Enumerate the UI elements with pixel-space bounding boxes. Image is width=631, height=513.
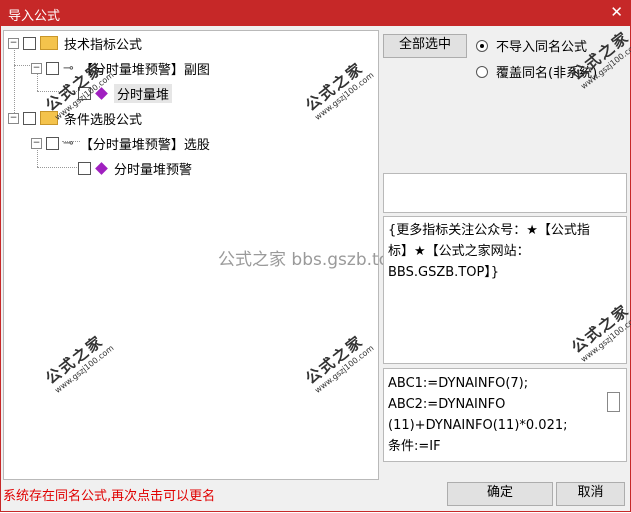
tree-leaf-label: 分时量堆预警 [114, 162, 193, 178]
tree-item-label: 【分时量堆预警】选股 [79, 137, 210, 153]
watermark-stamp: 公式之家 www.gszj100.com [302, 331, 376, 395]
code-line: ABC2:=DYNAINFO [388, 397, 506, 412]
radio-button[interactable] [476, 65, 488, 78]
tree-group-indicators[interactable]: − 技术指标公式 [8, 33, 142, 53]
watermark-center: 公式之家 bbs.gszb.top [218, 250, 400, 270]
select-all-button[interactable]: 全部选中 [383, 34, 467, 58]
leaf-checkbox[interactable] [78, 161, 91, 175]
item-checkbox[interactable] [46, 61, 59, 75]
group-checkbox[interactable] [23, 111, 36, 125]
watermark-stamp: 公式之家 www.gszj100.com [302, 58, 376, 122]
radio-button-selected[interactable] [476, 39, 488, 52]
tree-item-indicator-formula[interactable]: − ⊸ 【分时量堆预警】副图 [31, 58, 210, 78]
collapse-icon[interactable]: − [31, 62, 42, 74]
tree-item-selection-formula[interactable]: − ⊸ 【分时量堆预警】选股 [31, 133, 210, 153]
collapse-icon[interactable]: − [31, 137, 42, 149]
tree-line [14, 45, 15, 117]
radio-skip-duplicates[interactable]: 不导入同名公式 [476, 36, 587, 55]
tree-leaf-selection[interactable]: 分时量堆预警 [78, 158, 192, 178]
close-icon[interactable]: ✕ [610, 3, 623, 21]
collapse-icon[interactable]: − [8, 112, 19, 124]
code-line: 条件:=IF [388, 439, 441, 454]
key-icon: ⊸ [63, 60, 74, 76]
group-checkbox[interactable] [23, 36, 36, 50]
blank-field [383, 173, 627, 213]
folder-icon [40, 36, 58, 50]
tree-leaf-label: 分时量堆 [114, 83, 173, 103]
scroll-thumb[interactable] [607, 392, 620, 412]
ok-button[interactable]: 确定 [447, 482, 553, 506]
tree-line [14, 65, 30, 66]
code-line: (11)+DYNAINFO(11)*0.021; [388, 418, 568, 433]
diamond-icon [95, 161, 108, 175]
item-checkbox[interactable] [46, 136, 59, 150]
window-title: 导入公式 [8, 9, 61, 24]
cancel-button[interactable]: 取消 [556, 482, 625, 506]
description-text: {更多指标关注公众号：★【公式指标】★【公式之家网站：BBS.GSZB.TOP】… [388, 223, 590, 280]
tree-group-label: 条件选股公式 [64, 112, 143, 128]
status-message: 系统存在同名公式,再次点击可以更名 [3, 489, 216, 504]
tree-group-label: 技术指标公式 [64, 37, 143, 53]
code-text: ABC1:=DYNAINFO(7); ABC2:=DYNAINFO (11)+D… [388, 373, 594, 457]
key-icon: ⊸ [63, 135, 74, 151]
code-line: ABC1:=DYNAINFO(7); [388, 376, 529, 391]
collapse-icon[interactable]: − [8, 37, 19, 49]
tree-line [37, 167, 77, 168]
watermark-stamp: 公式之家 www.gszj100.com [42, 331, 116, 395]
title-bar: 导入公式 ✕ [0, 0, 631, 26]
